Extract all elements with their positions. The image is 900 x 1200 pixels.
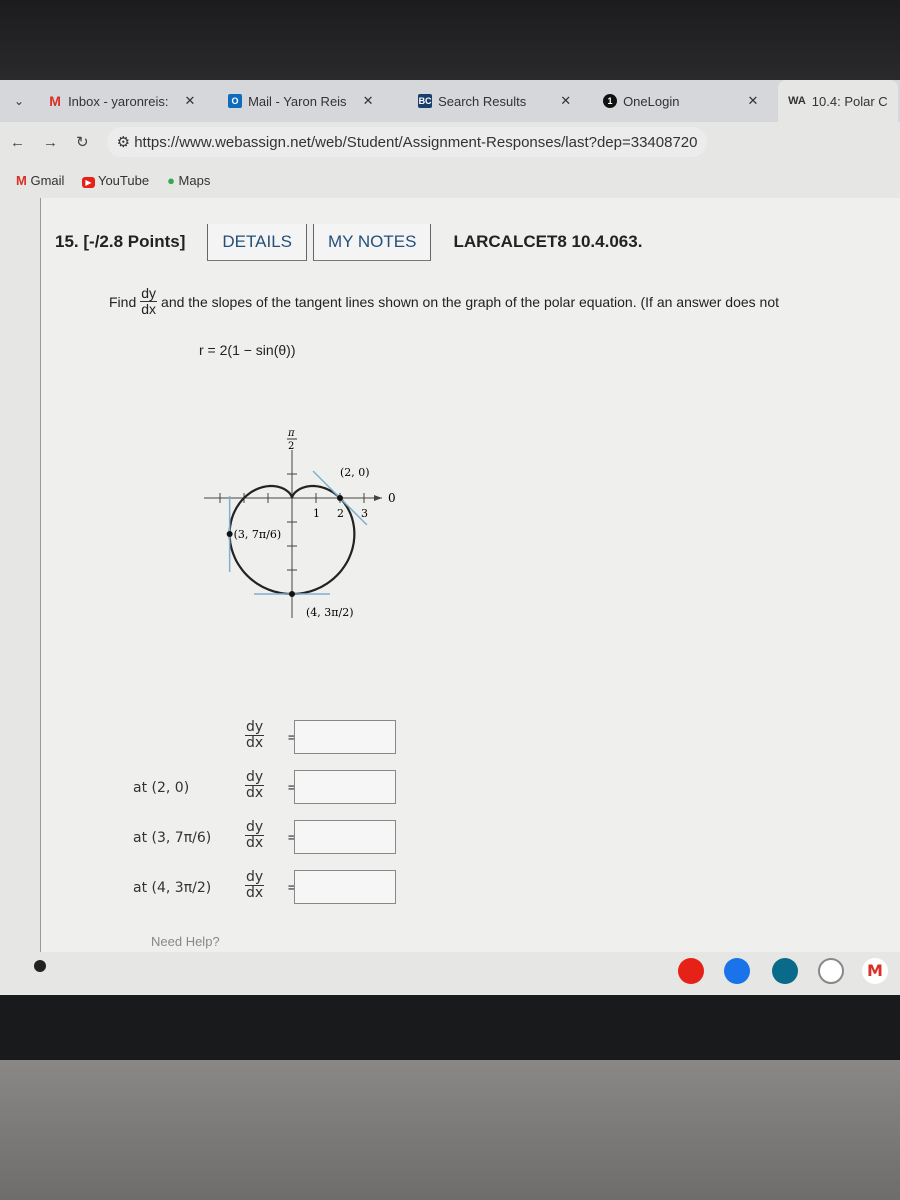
point-marker — [226, 531, 233, 537]
tick-label: 1 — [313, 507, 320, 520]
axis-pi-label: 2 — [288, 441, 294, 452]
answer-row: at (2, 0) dy dx = — [41, 770, 461, 810]
tab-label: Search Results — [438, 93, 527, 109]
dy-dx-fraction: dy dx — [140, 285, 158, 317]
back-icon[interactable]: ← — [10, 134, 25, 151]
tab-label: Inbox - yaronreis: — [68, 93, 169, 109]
youtube-app-icon[interactable] — [678, 958, 704, 984]
question-prompt: Find dy dx and the slopes of the tangent … — [109, 286, 779, 317]
answer-input[interactable] — [294, 820, 396, 854]
dy-dx-fraction: dy dx — [245, 719, 265, 751]
laptop-deck — [0, 1060, 900, 1200]
laptop-bezel — [0, 0, 900, 82]
address-bar-row: ← → ↻ ⚙ https://www.webassign.net/web/St… — [0, 122, 900, 162]
axis-arrow — [374, 495, 382, 501]
my-notes-button[interactable]: MY NOTES — [312, 223, 432, 261]
tab-webassign[interactable]: WA 10.4: Polar C — [778, 80, 898, 122]
tab-outlook[interactable]: O Mail - Yaron Reis ✕ — [218, 80, 408, 122]
reload-icon[interactable]: ↻ — [76, 133, 89, 151]
point-label: at (4, 3π/2) — [133, 880, 212, 896]
point-label: at (2, 0) — [133, 780, 190, 796]
gmail-icon: M — [49, 93, 61, 109]
answer-input[interactable] — [294, 770, 396, 804]
webassign-icon: WA — [788, 95, 806, 107]
bookmark-gmail[interactable]: M Gmail — [16, 173, 64, 188]
point-label: (2, 0) — [340, 466, 370, 479]
tab-label: 10.4: Polar C — [811, 93, 888, 109]
bookmark-label: YouTube — [97, 172, 150, 188]
dy-dx-fraction: dy dx — [245, 819, 265, 851]
shelf: M — [0, 952, 900, 992]
classroom-app-icon[interactable] — [772, 958, 798, 984]
youtube-icon: ▶ — [82, 176, 95, 188]
bookmarks-bar: M Gmail ▶ YouTube ● Maps — [0, 162, 900, 198]
tab-gmail[interactable]: M Inbox - yaronreis: ✕ — [38, 80, 218, 122]
details-button[interactable]: DETAILS — [207, 223, 307, 261]
question-points: 15. [-/2.8 Points] — [55, 232, 186, 251]
tab-label: OneLogin — [623, 93, 680, 109]
bc-icon: BC — [418, 94, 433, 108]
prompt-text: and the slopes of the tangent lines show… — [161, 293, 780, 310]
close-tab-icon[interactable]: ✕ — [185, 93, 196, 109]
polar-graph: 1 2 3 0 π 2 (2, 0) (3, 7π/6) (4, 3π/2) — [204, 428, 396, 619]
answer-row: at (4, 3π/2) dy dx = — [41, 870, 461, 910]
dy-dx-fraction: dy dx — [245, 869, 265, 901]
docs-app-icon[interactable] — [724, 958, 750, 984]
need-help-label: Need Help? — [151, 934, 220, 949]
outlook-icon: O — [228, 94, 243, 108]
launcher-icon[interactable] — [34, 960, 46, 972]
point-marker — [337, 495, 343, 501]
tab-list-chevron-icon[interactable]: ⌄ — [0, 94, 38, 108]
axis-pi-label: π — [287, 428, 295, 439]
url-text: https://www.webassign.net/web/Student/As… — [134, 134, 698, 151]
question-panel: 15. [-/2.8 Points] DETAILS MY NOTES LARC… — [40, 198, 900, 988]
tick-label: 3 — [361, 507, 368, 520]
onelogin-icon: 1 — [603, 94, 618, 108]
axis-zero-label: 0 — [388, 491, 396, 505]
forward-icon[interactable]: → — [43, 134, 58, 151]
point-marker — [289, 591, 295, 597]
point-label: (4, 3π/2) — [306, 606, 354, 619]
bookmark-label: Maps — [178, 172, 211, 188]
tick-label: 2 — [337, 507, 344, 520]
polar-equation: r = 2(1 − sin(θ)) — [199, 342, 296, 358]
question-header: 15. [-/2.8 Points] DETAILS MY NOTES LARC… — [41, 220, 900, 264]
answer-input[interactable] — [294, 720, 396, 754]
prompt-find: Find — [109, 293, 137, 310]
gmail-app-icon[interactable]: M — [862, 958, 888, 984]
answer-input[interactable] — [294, 870, 396, 904]
point-label: (3, 7π/6) — [234, 528, 282, 541]
answer-row: dy dx = — [41, 720, 461, 760]
dy-dx-fraction: dy dx — [245, 769, 265, 801]
laptop-bezel-bottom — [0, 995, 900, 1060]
question-id: LARCALCET8 10.4.063. — [453, 232, 643, 251]
tab-onelogin[interactable]: 1 OneLogin ✕ — [593, 80, 778, 122]
answer-row: at (3, 7π/6) dy dx = — [41, 820, 461, 860]
bookmark-youtube[interactable]: ▶ YouTube — [82, 173, 149, 188]
bookmark-maps[interactable]: ● Maps — [167, 173, 210, 188]
tab-bar: ⌄ M Inbox - yaronreis: ✕ O Mail - Yaron Rei… — [0, 80, 900, 122]
sum-app-icon[interactable] — [818, 958, 844, 984]
tab-label: Mail - Yaron Reis — [248, 93, 347, 109]
url-field[interactable]: ⚙ https://www.webassign.net/web/Student/… — [106, 127, 708, 157]
bookmark-label: Gmail — [30, 172, 65, 188]
point-label: at (3, 7π/6) — [133, 830, 212, 846]
close-tab-icon[interactable]: ✕ — [363, 93, 374, 109]
site-settings-icon[interactable]: ⚙ — [117, 134, 135, 151]
browser-window: ⌄ M Inbox - yaronreis: ✕ O Mail - Yaron Rei… — [0, 80, 900, 1000]
maps-pin-icon: ● — [167, 172, 175, 188]
close-tab-icon[interactable]: ✕ — [747, 93, 758, 109]
close-tab-icon[interactable]: ✕ — [560, 93, 571, 109]
tab-search-results[interactable]: BC Search Results ✕ — [408, 80, 593, 122]
